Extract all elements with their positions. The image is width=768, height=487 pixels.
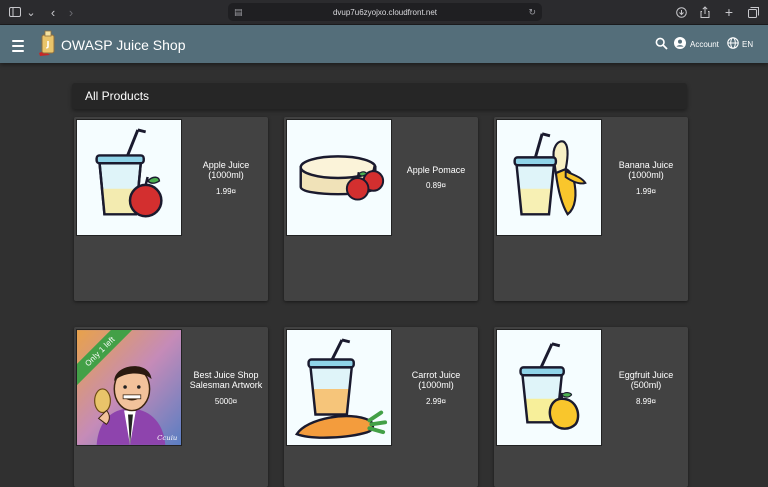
language-label: EN xyxy=(742,39,754,49)
tab-overview-icon[interactable] xyxy=(744,3,762,21)
browser-chrome: ⌄ ‹ › ▤ dvup7u6zyojxo.cloudfront.net ↻ + xyxy=(0,0,768,25)
product-info: Best Juice Shop Salesman Artwork 5000¤ xyxy=(184,329,268,446)
svg-text:J: J xyxy=(46,40,50,49)
all-products-header: All Products xyxy=(72,83,687,109)
svg-text:Ccuiu: Ccuiu xyxy=(157,434,177,442)
product-card[interactable]: Ccuiu Only 1 left Best Juice Shop Salesm… xyxy=(74,327,268,487)
product-info: Eggfruit Juice (500ml) 8.99¤ xyxy=(604,329,688,446)
product-name: Carrot Juice (1000ml) xyxy=(411,369,461,391)
share-icon[interactable] xyxy=(696,3,714,21)
product-name: Best Juice Shop Salesman Artwork xyxy=(189,369,263,391)
apple-juice-image[interactable] xyxy=(76,119,182,236)
product-card[interactable]: Apple Juice (1000ml) 1.99¤ xyxy=(74,117,268,301)
new-tab-icon[interactable]: + xyxy=(720,3,738,21)
apple-pomace-image[interactable] xyxy=(286,119,392,236)
product-info: Apple Pomace 0.89¤ xyxy=(394,119,478,236)
product-price: 2.99¤ xyxy=(425,396,447,406)
carrot-juice-image[interactable] xyxy=(286,329,392,446)
search-icon[interactable] xyxy=(655,37,669,51)
product-info: Carrot Juice (1000ml) 2.99¤ xyxy=(394,329,478,446)
account-label: Account xyxy=(690,39,719,49)
product-price: 8.99¤ xyxy=(635,396,657,406)
back-button[interactable]: ‹ xyxy=(44,3,62,21)
eggfruit-juice-image[interactable] xyxy=(496,329,602,446)
account-button[interactable]: Account xyxy=(674,37,719,51)
account-icon xyxy=(674,37,686,51)
download-icon[interactable] xyxy=(672,3,690,21)
url-text: dvup7u6zyojxo.cloudfront.net xyxy=(332,7,438,17)
product-price: 5000¤ xyxy=(214,396,238,406)
globe-icon xyxy=(727,37,739,51)
address-bar[interactable]: ▤ dvup7u6zyojxo.cloudfront.net ↻ xyxy=(228,3,542,21)
page-title: All Products xyxy=(85,89,150,103)
product-name: Apple Pomace xyxy=(406,164,466,175)
product-card[interactable]: Apple Pomace 0.89¤ xyxy=(284,117,478,301)
product-card[interactable]: Eggfruit Juice (500ml) 8.99¤ xyxy=(494,327,688,487)
product-name: Eggfruit Juice (500ml) xyxy=(618,369,674,391)
menu-icon[interactable] xyxy=(12,40,24,54)
product-name: Apple Juice (1000ml) xyxy=(202,159,250,181)
product-price: 0.89¤ xyxy=(425,181,447,191)
product-price: 1.99¤ xyxy=(635,186,657,196)
product-card[interactable]: Carrot Juice (1000ml) 2.99¤ xyxy=(284,327,478,487)
chevron-down-icon[interactable]: ⌄ xyxy=(22,3,40,21)
product-info: Apple Juice (1000ml) 1.99¤ xyxy=(184,119,268,236)
app-title[interactable]: OWASP Juice Shop xyxy=(61,37,186,53)
product-price: 1.99¤ xyxy=(215,186,237,196)
product-info: Banana Juice (1000ml) 1.99¤ xyxy=(604,119,688,236)
page-icon: ▤ xyxy=(234,6,243,17)
reload-icon[interactable]: ↻ xyxy=(528,7,536,18)
forward-button[interactable]: › xyxy=(62,3,80,21)
product-card[interactable]: Banana Juice (1000ml) 1.99¤ xyxy=(494,117,688,301)
language-button[interactable]: EN xyxy=(727,37,753,51)
juice-shop-logo[interactable]: J xyxy=(36,29,58,57)
product-name: Banana Juice (1000ml) xyxy=(618,159,674,181)
salesman-artwork-image[interactable]: Ccuiu Only 1 left xyxy=(76,329,182,446)
banana-juice-image[interactable] xyxy=(496,119,602,236)
